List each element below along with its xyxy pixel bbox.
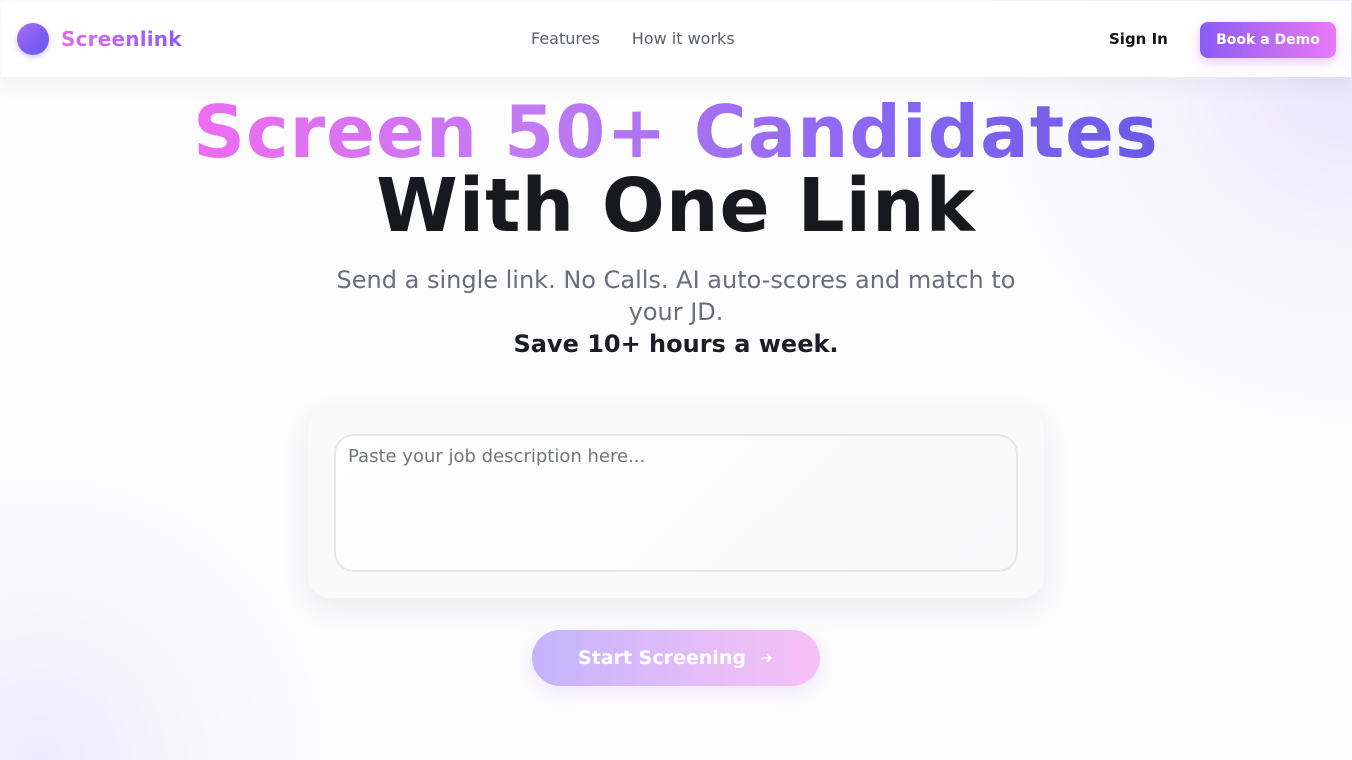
nav-link-features[interactable]: Features [531,29,600,48]
sign-in-link[interactable]: Sign In [1109,30,1168,48]
job-description-input[interactable] [334,434,1018,572]
top-navbar: Screenlink Features How it works Sign In… [1,1,1351,77]
nav-link-how-it-works[interactable]: How it works [632,29,735,48]
start-screening-label: Start Screening [578,647,746,669]
hero-title-highlight: Screen 50+ Candidates [0,92,1352,172]
hero-subtitle: Send a single link. No Calls. AI auto-sc… [336,266,1016,326]
start-screening-button[interactable]: Start Screening [532,630,820,686]
main-nav: Features How it works [531,29,735,48]
logo-icon [17,23,49,55]
hero-title-highlight-text: Screen 50+ Candidates [193,90,1159,174]
brand-name: Screenlink [61,27,182,51]
hero-subtitle-strong: Save 10+ hours a week. [513,330,839,358]
arrow-right-icon [761,653,772,663]
book-demo-button[interactable]: Book a Demo [1200,22,1336,58]
hero-title-main: With One Link [376,163,976,249]
landing-page: Screenlink Features How it works Sign In… [0,0,1352,760]
brand[interactable]: Screenlink [17,23,182,55]
job-description-card [308,408,1044,598]
